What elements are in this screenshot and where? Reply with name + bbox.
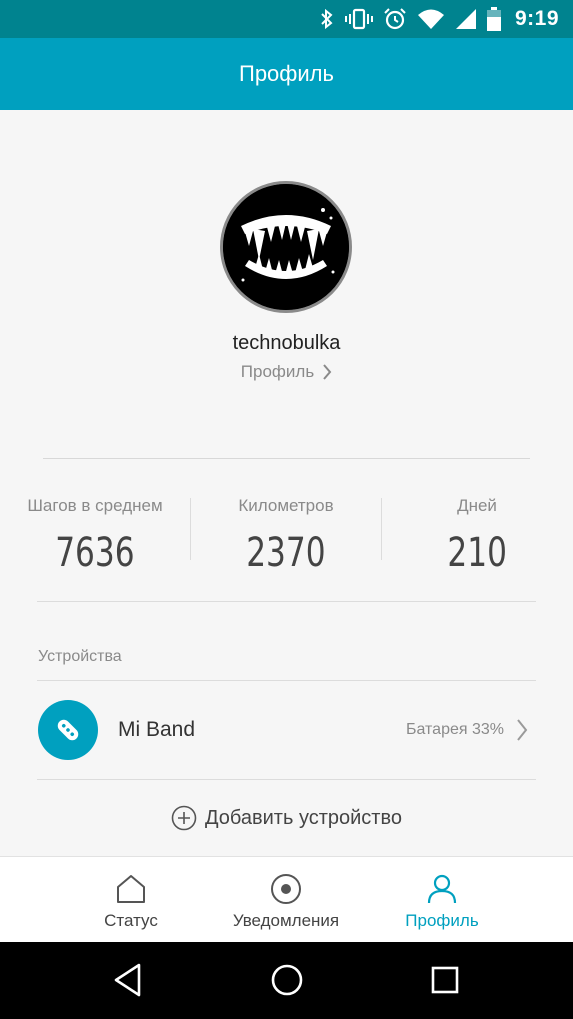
- alarm-icon: [384, 8, 406, 30]
- chevron-right-icon: [517, 719, 528, 741]
- person-icon: [427, 874, 457, 904]
- system-nav-bar: [0, 942, 573, 1019]
- page-title: Профиль: [239, 61, 334, 86]
- stats-row: Шагов в среднем 7636 Километров 2370 Дне…: [0, 484, 573, 584]
- status-bar: 9:19: [0, 0, 573, 38]
- add-device-button[interactable]: Добавить устройство: [0, 805, 573, 831]
- app-bar: Профиль: [0, 38, 573, 110]
- tab-label: Профиль: [405, 911, 479, 930]
- username: technobulka: [232, 332, 341, 354]
- chevron-right-icon: [323, 364, 332, 380]
- status-time: 9:19: [514, 7, 559, 30]
- bottom-nav: Статус Уведомления Профиль: [0, 856, 573, 942]
- vibrate-icon: [344, 8, 373, 30]
- divider: [43, 458, 530, 459]
- divider: [37, 601, 536, 602]
- stat-value: 7636: [55, 530, 135, 576]
- device-name: Mi Band: [118, 718, 196, 741]
- stat-kilometers: Километров 2370: [191, 484, 381, 576]
- home-icon: [117, 875, 145, 903]
- battery-icon: [486, 7, 501, 31]
- plus-circle-icon: [171, 805, 197, 831]
- divider: [37, 779, 536, 780]
- tab-status[interactable]: Статус: [51, 857, 211, 943]
- stat-label: Километров: [238, 496, 334, 515]
- device-battery: Батарея 33%: [405, 721, 504, 738]
- stat-value: 2370: [246, 530, 326, 576]
- signal-icon: [455, 9, 476, 29]
- tab-label: Статус: [104, 911, 158, 930]
- avatar[interactable]: [220, 181, 352, 313]
- tab-profile[interactable]: Профиль: [362, 857, 522, 943]
- stat-label: Шагов в среднем: [27, 496, 163, 515]
- stat-value: 210: [447, 530, 507, 576]
- devices-header: Устройства: [38, 648, 122, 665]
- tab-notifications[interactable]: Уведомления: [206, 857, 366, 943]
- tab-label: Уведомления: [232, 911, 340, 930]
- bluetooth-icon: [321, 8, 333, 30]
- wifi-icon: [417, 9, 444, 29]
- band-icon: [38, 700, 98, 760]
- stat-steps: Шагов в среднем 7636: [0, 484, 190, 576]
- profile-link[interactable]: Профиль: [0, 362, 573, 382]
- recents-icon[interactable]: [430, 962, 460, 998]
- device-row-mi-band[interactable]: Mi Band Батарея 33%: [37, 681, 536, 779]
- add-device-label: Добавить устройство: [205, 806, 402, 829]
- stat-days: Дней 210: [382, 484, 572, 576]
- fangs-avatar-image: [223, 184, 349, 310]
- notification-circle-icon: [271, 874, 301, 904]
- home-button-icon[interactable]: [270, 962, 304, 998]
- back-icon[interactable]: [113, 962, 143, 998]
- stat-label: Дней: [457, 496, 497, 515]
- profile-link-label: Профиль: [240, 362, 315, 381]
